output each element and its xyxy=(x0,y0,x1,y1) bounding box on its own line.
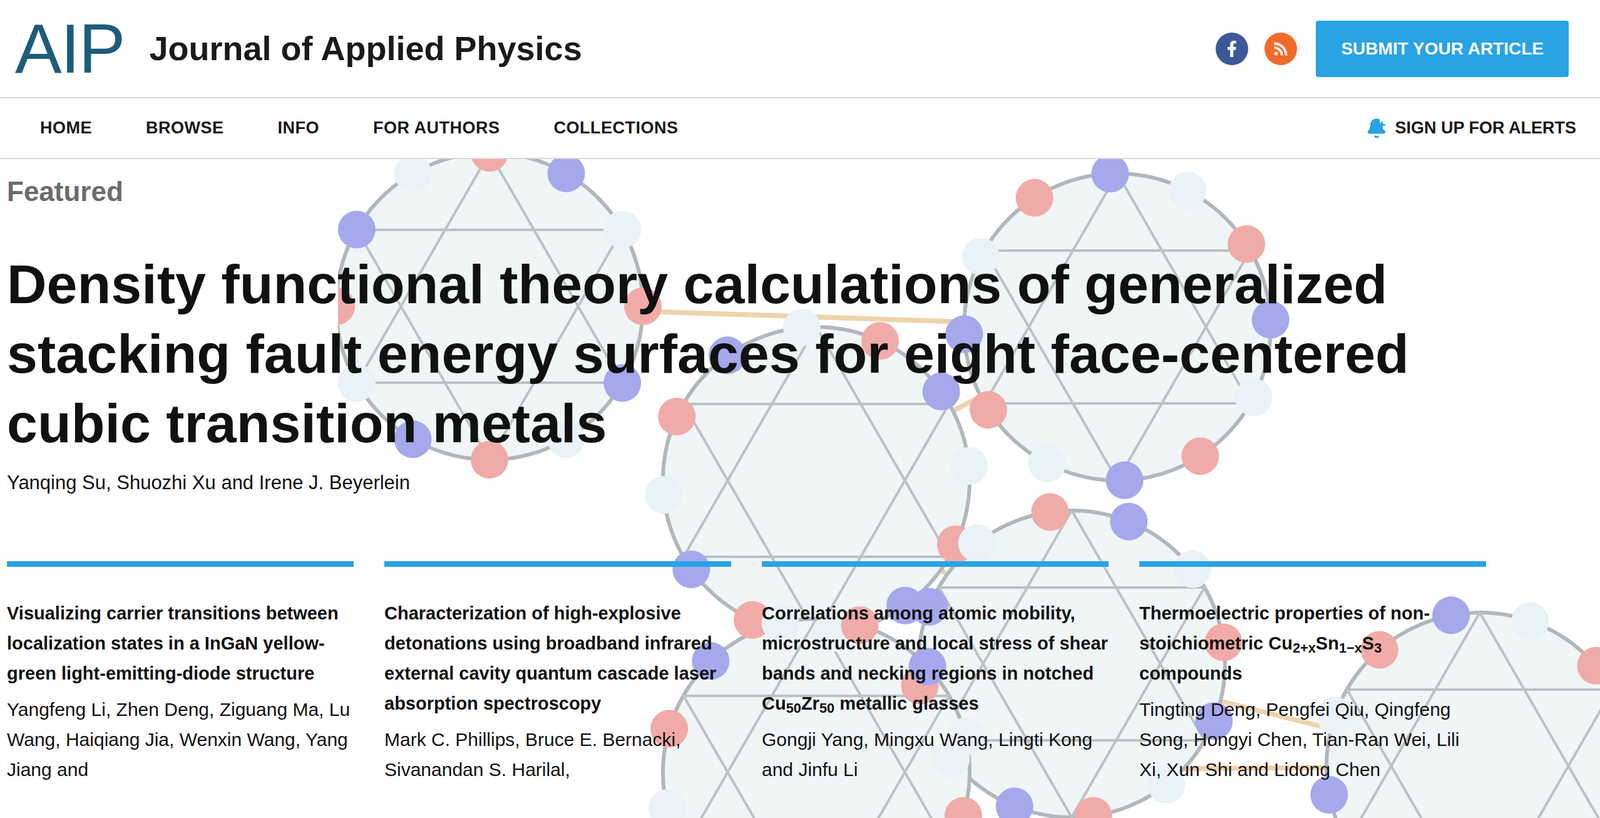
facebook-icon[interactable] xyxy=(1215,32,1249,66)
card-accent-bar xyxy=(384,560,732,567)
article-card[interactable]: Visualizing carrier transitions between … xyxy=(6,560,354,785)
nav-item[interactable]: FOR AUTHORS xyxy=(373,115,501,141)
article-card[interactable]: Thermoelectric properties of non-stoichi… xyxy=(1139,560,1487,785)
main-nav: HOME BROWSE INFO FOR AUTHORS COLLECTIONS SIGN… xyxy=(0,98,1600,159)
site-header: AIP Journal of Applied Physics SUBMIT YOUR… xyxy=(0,0,1600,99)
article-card[interactable]: Characterization of high-explosive deton… xyxy=(384,560,732,785)
alerts-link[interactable]: SIGN UP FOR ALERTS xyxy=(1365,115,1577,141)
article-authors: Gongji Yang, Mingxu Wang, Lingti Kong an… xyxy=(761,724,1109,785)
nav-item[interactable]: COLLECTIONS xyxy=(553,115,679,141)
featured-label: Featured xyxy=(6,174,1600,209)
featured-authors: Yanqing Su, Shuozhi Xu and Irene J. Beye… xyxy=(6,470,1600,496)
article-title[interactable]: Thermoelectric properties of non-stoichi… xyxy=(1139,597,1487,688)
article-card[interactable]: Correlations among atomic mobility, micr… xyxy=(761,560,1109,785)
aip-logo[interactable]: AIP xyxy=(15,13,125,84)
rss-icon[interactable] xyxy=(1264,32,1298,66)
card-accent-bar xyxy=(6,560,354,567)
featured-title[interactable]: Density functional theory calculations o… xyxy=(6,249,1510,458)
nav-item[interactable]: HOME xyxy=(40,115,93,141)
article-authors: Yangfeng Li, Zhen Deng, Ziguang Ma, Lu W… xyxy=(6,694,354,785)
article-authors: Mark C. Phillips, Bruce E. Bernacki, Siv… xyxy=(384,724,732,785)
card-accent-bar xyxy=(1139,560,1487,567)
nav-item[interactable]: BROWSE xyxy=(145,115,225,141)
social-links xyxy=(1215,32,1298,66)
bell-icon xyxy=(1365,117,1388,139)
hero: Featured Density functional theory calcul… xyxy=(0,158,1600,818)
article-title[interactable]: Correlations among atomic mobility, micr… xyxy=(761,597,1109,718)
article-list: Visualizing carrier transitions between … xyxy=(6,560,1600,785)
nav-item[interactable]: INFO xyxy=(277,115,320,141)
article-title[interactable]: Visualizing carrier transitions between … xyxy=(6,597,354,688)
journal-title[interactable]: Journal of Applied Physics xyxy=(149,23,583,74)
card-accent-bar xyxy=(761,560,1109,567)
submit-article-button[interactable]: SUBMIT YOUR ARTICLE xyxy=(1315,20,1569,77)
page: AIP Journal of Applied Physics SUBMIT YOUR… xyxy=(0,0,1600,818)
article-title[interactable]: Characterization of high-explosive deton… xyxy=(384,597,732,718)
article-authors: Tingting Deng, Pengfei Qiu, Qingfeng Son… xyxy=(1139,694,1487,785)
